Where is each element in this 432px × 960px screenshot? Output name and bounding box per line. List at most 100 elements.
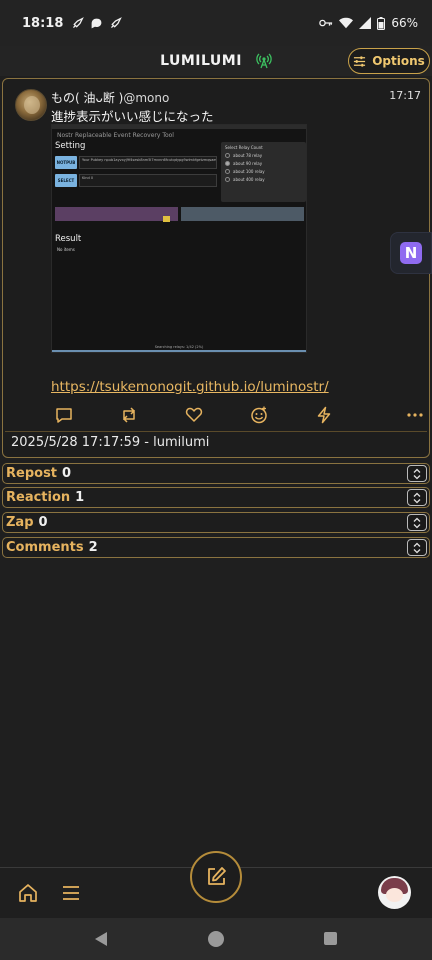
options-label: Options [372,54,425,68]
rocket-icon [111,16,123,28]
avatar-face [386,888,403,902]
status-time: 18:18 [22,15,64,31]
recents-icon[interactable] [324,932,337,945]
menu-button[interactable] [56,878,86,908]
chevron-up-down-icon [413,492,421,503]
embed-field-1-label: Your Pubkey [82,158,104,162]
more-button[interactable] [405,405,425,425]
embed-button-1: NOTPUB [55,156,77,169]
post-time: 17:17 [389,89,421,102]
lock-icon [163,216,170,222]
embed-title: Nostr Replaceable Event Recovery Tool [57,132,174,139]
repost-section[interactable]: Repost 0 [2,463,430,484]
comments-label: Comments [6,540,84,555]
reaction-section[interactable]: Reaction 1 [2,487,430,508]
add-emoji-icon [251,406,267,424]
compose-button[interactable] [190,851,242,903]
embed-relay-option-label: about 78 relay [233,153,263,158]
embed-no-items: No items [57,247,75,252]
home-icon [19,884,37,902]
comments-section[interactable]: Comments 2 [2,537,430,558]
expand-toggle[interactable] [407,539,427,556]
zap-section[interactable]: Zap 0 [2,512,430,533]
embed-relay-option: about 400 relay [225,177,302,182]
rocket-icon [73,16,85,28]
signal-icon [359,17,372,29]
embed-relay-option: about 100 relay [225,169,302,174]
embed-result-heading: Result [55,234,82,244]
home-button[interactable] [13,878,43,908]
sliders-icon [354,55,366,67]
reaction-label: Reaction [6,490,71,505]
avatar[interactable] [15,89,47,121]
embed-field-1: Your Pubkey npub1ayvxyj9f4sesk8nm5l7mvnn… [79,156,217,169]
radio-icon [225,153,230,158]
home-circle-icon[interactable] [208,931,224,947]
post-divider [5,431,427,432]
embed-button-2: SELECT [55,174,77,187]
vpn-key-icon [319,19,333,27]
author-handle: @mono [123,91,170,105]
post-link[interactable]: https://tsukemonogit.github.io/luminostr… [51,379,329,395]
nostr-extension-badge[interactable]: N [390,232,432,274]
heart-icon [185,407,203,422]
battery-level: 66% [391,16,418,30]
embed-relay-option: about 78 relay [225,153,302,158]
embed-setting-heading: Setting [55,141,86,151]
back-icon[interactable] [95,932,107,946]
zap-button[interactable] [314,405,334,425]
embed-field-2-label: Kind [82,176,90,180]
repost-label: Repost [6,466,58,481]
embed-relay-option-label: about 90 relay [233,161,263,166]
status-right: 66% [319,16,418,30]
system-navigation-bar [0,918,432,960]
zap-label: Zap [6,515,34,530]
post-text: 進捗表示がいい感じになった [51,109,214,124]
app-title: LUMILUMI [160,53,242,69]
embedded-image[interactable]: Nostr Replaceable Event Recovery Tool Se… [51,124,307,353]
app-header: LUMILUMI Options [0,46,432,76]
embed-relay-panel-title: Select Relay Count [225,145,263,150]
embed-status: Searching relays: 1/42 (2%) [154,345,204,349]
menu-icon [63,886,79,900]
post-footer: 2025/5/28 17:17:59 - lumilumi [11,435,210,450]
battery-icon [377,16,386,30]
embed-relay-option: about 90 relay [225,161,302,166]
embed-relay-option-label: about 400 relay [233,177,265,182]
post-actions [51,405,427,427]
expand-toggle[interactable] [407,465,427,482]
options-button[interactable]: Options [348,48,430,74]
chevron-up-down-icon [413,517,421,528]
author-name: もの( 油ᴗ断 ) [51,91,124,105]
nostr-logo-icon: N [400,242,422,264]
profile-avatar[interactable] [378,876,411,909]
expand-toggle[interactable] [407,489,427,506]
embed-field-1-value: npub1ayvxyj9f4sesk8nm5l7mvnn6fcutqdypg9w… [104,158,217,162]
notification-icons [71,16,123,30]
antenna-icon[interactable] [256,53,272,69]
radio-icon [225,177,230,182]
chat-icon [92,18,102,28]
reaction-button[interactable] [249,405,269,425]
zap-count: 0 [38,515,48,530]
radio-icon [225,169,230,174]
reply-icon [56,408,72,423]
edit-icon [208,867,226,885]
embed-field-2-value: 0 [90,176,94,180]
author-line[interactable]: もの( 油ᴗ断 )@mono [51,89,169,106]
repost-button[interactable] [119,405,139,425]
like-button[interactable] [184,405,204,425]
wifi-icon [339,17,354,29]
lightning-icon [317,406,331,424]
repost-count: 0 [62,466,72,481]
embed-relay-panel: Select Relay Count about 78 relay about … [221,142,306,202]
embed-field-2: Kind 0 [79,174,217,187]
post-card: もの( 油ᴗ断 )@mono 17:17 進捗表示がいい感じになった Nostr… [2,78,430,458]
embed-progress-bar [52,350,306,352]
chevron-up-down-icon [413,468,421,479]
more-dots-icon [407,413,423,417]
reaction-count: 1 [75,490,85,505]
expand-toggle[interactable] [407,514,427,531]
radio-icon [225,161,230,166]
reply-button[interactable] [54,405,74,425]
